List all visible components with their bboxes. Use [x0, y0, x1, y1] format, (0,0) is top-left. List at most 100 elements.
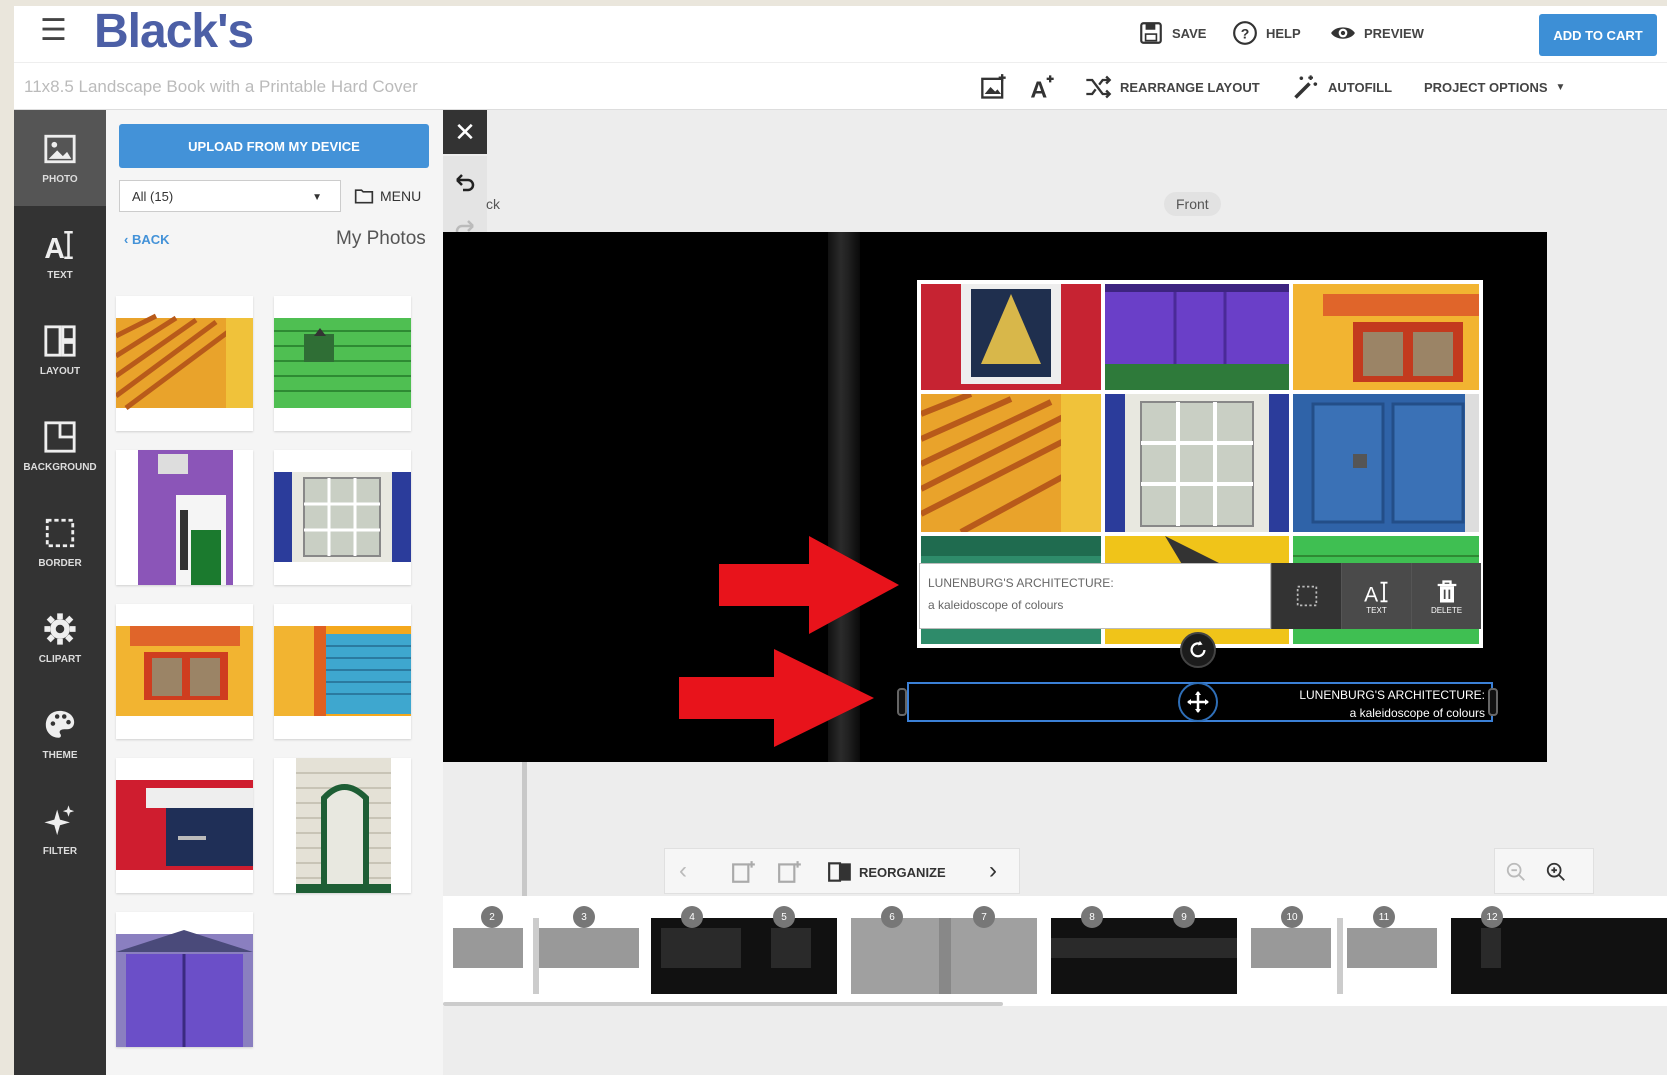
collage-photo[interactable] [921, 394, 1101, 532]
photo-icon [44, 134, 76, 163]
page-thumbnail[interactable]: 10 11 [1251, 906, 1437, 994]
add-text-icon: A [1030, 75, 1054, 102]
rail-item-text[interactable]: A TEXT [14, 206, 106, 302]
rail-label: LAYOUT [39, 365, 81, 377]
collage-photo[interactable] [1293, 394, 1479, 532]
rail-item-layout[interactable]: LAYOUT [14, 302, 106, 398]
save-icon [1140, 22, 1162, 44]
rail-item-theme[interactable]: THEME [14, 686, 106, 782]
caret-down-icon: ▼ [312, 192, 322, 203]
crop-icon [1296, 585, 1317, 607]
layout-icon [44, 324, 76, 357]
photo-image [921, 394, 1101, 532]
project-title: 11x8.5 Landscape Book with a Printable H… [24, 77, 418, 96]
red-arrow-annotation [679, 649, 874, 747]
rail-label: BACKGROUND [23, 461, 97, 473]
photo-thumbnail[interactable] [116, 912, 253, 1047]
strip-scrollbar[interactable] [443, 1002, 1003, 1006]
page-thumbnail[interactable]: 2 3 [453, 906, 639, 994]
move-handle[interactable] [1178, 682, 1218, 722]
rail-item-photo[interactable]: PHOTO [14, 110, 106, 206]
photo-thumbnail[interactable] [116, 450, 253, 585]
photo-thumbnail[interactable] [116, 296, 253, 431]
project-toolbar: 11x8.5 Landscape Book with a Printable H… [14, 62, 1667, 110]
svg-text:A: A [1030, 77, 1047, 102]
chevron-left-icon[interactable]: ‹ [679, 857, 687, 885]
add-page-before-icon[interactable] [731, 859, 757, 885]
zoom-out-icon[interactable] [1505, 861, 1527, 883]
spine-text: LUNENBURG'S ARCHITECTURE: a kaleidoscope… [1299, 686, 1491, 722]
help-button[interactable]: ? HELP [1232, 18, 1301, 48]
autofill-button[interactable]: AUTOFILL [1292, 73, 1392, 101]
back-link[interactable]: ‹ BACK [124, 232, 170, 247]
back-label: BACK [131, 232, 170, 247]
chevron-right-icon[interactable]: › [989, 857, 997, 885]
reorganize-icon [828, 862, 851, 882]
page-thumbnail[interactable]: 12 [1451, 906, 1667, 994]
page-thumbnail[interactable]: 8 9 [1051, 906, 1237, 994]
photo-thumbnail[interactable] [274, 450, 411, 585]
project-options-label: PROJECT OPTIONS [1424, 79, 1548, 95]
add-text-box-button[interactable]: A [1028, 73, 1056, 101]
top-bar: ☰ Black's SAVE ? HELP PREVIEW ADD TO CAR… [14, 6, 1667, 62]
magic-wand-icon [1294, 75, 1318, 99]
project-options-dropdown[interactable]: PROJECT OPTIONS ▼ [1424, 73, 1565, 101]
album-select[interactable]: All (15) ▼ [119, 180, 341, 212]
rail-item-background[interactable]: BACKGROUND [14, 398, 106, 494]
page-number-badge: 10 [1281, 906, 1303, 928]
photo-thumbnail[interactable] [274, 296, 411, 431]
rail-label: CLIPART [38, 653, 82, 665]
page-thumbnail[interactable]: 6 7 [851, 906, 1037, 994]
text-style-button[interactable]: A TEXT [1341, 563, 1411, 629]
photo-thumbnail[interactable] [274, 758, 411, 893]
save-button[interactable]: SAVE [1138, 18, 1206, 48]
panel-heading: My Photos [336, 228, 426, 249]
photo-thumbnail[interactable] [274, 604, 411, 739]
collage-photo[interactable] [1293, 284, 1479, 390]
collage-photo[interactable] [921, 284, 1101, 390]
zoom-in-icon[interactable] [1545, 861, 1567, 883]
logo: Black's [94, 6, 254, 58]
text-toolbar: A TEXT DELETE [1271, 563, 1481, 629]
photo-image [116, 296, 253, 431]
cover-text-editor[interactable]: LUNENBURG'S ARCHITECTURE: a kaleidoscope… [919, 563, 1271, 629]
preview-label: PREVIEW [1364, 25, 1424, 41]
page-number-badge: 11 [1373, 906, 1395, 928]
rail-label: TEXT [47, 269, 73, 281]
reorganize-button[interactable]: REORGANIZE [827, 859, 946, 885]
collage-photo[interactable] [1105, 284, 1289, 390]
photo-thumbnail[interactable] [116, 758, 253, 893]
rail-item-clipart[interactable]: CLIPART [14, 590, 106, 686]
page-number-badge: 2 [481, 906, 503, 928]
delete-button[interactable]: DELETE [1411, 563, 1481, 629]
rearrange-layout-button[interactable]: REARRANGE LAYOUT [1084, 73, 1260, 101]
photo-thumbnail[interactable] [116, 604, 253, 739]
photo-image [274, 758, 411, 893]
photo-image [921, 284, 1101, 390]
undo-button[interactable] [449, 166, 481, 198]
add-photo-box-button[interactable] [980, 73, 1008, 101]
svg-text:A: A [1364, 583, 1378, 606]
close-panel-button[interactable]: ✕ [443, 110, 487, 154]
page-thumbnail[interactable]: 4 5 [651, 906, 837, 994]
photo-image [274, 604, 411, 739]
shuffle-icon [1086, 75, 1112, 99]
rail-item-filter[interactable]: FILTER [14, 782, 106, 878]
crop-button[interactable] [1271, 563, 1341, 629]
hamburger-menu-icon[interactable]: ☰ [40, 16, 67, 46]
rotate-handle[interactable] [1180, 632, 1216, 668]
rail-label: BORDER [38, 557, 82, 569]
add-to-cart-button[interactable]: ADD TO CART [1539, 14, 1657, 56]
resize-handle-left[interactable] [897, 688, 907, 716]
collage-photo[interactable] [1105, 394, 1289, 532]
gear-icon [44, 612, 76, 645]
menu-button[interactable]: MENU [354, 180, 421, 212]
upload-button[interactable]: UPLOAD FROM MY DEVICE [119, 124, 429, 168]
delete-label: DELETE [1430, 605, 1463, 615]
rail-item-border[interactable]: BORDER [14, 494, 106, 590]
add-page-after-icon[interactable] [777, 859, 803, 885]
text-line-1: LUNENBURG'S ARCHITECTURE: [928, 576, 1114, 590]
resize-handle-right[interactable] [1488, 688, 1498, 716]
preview-button[interactable]: PREVIEW [1330, 18, 1424, 48]
page-number-badge: 8 [1081, 906, 1103, 928]
